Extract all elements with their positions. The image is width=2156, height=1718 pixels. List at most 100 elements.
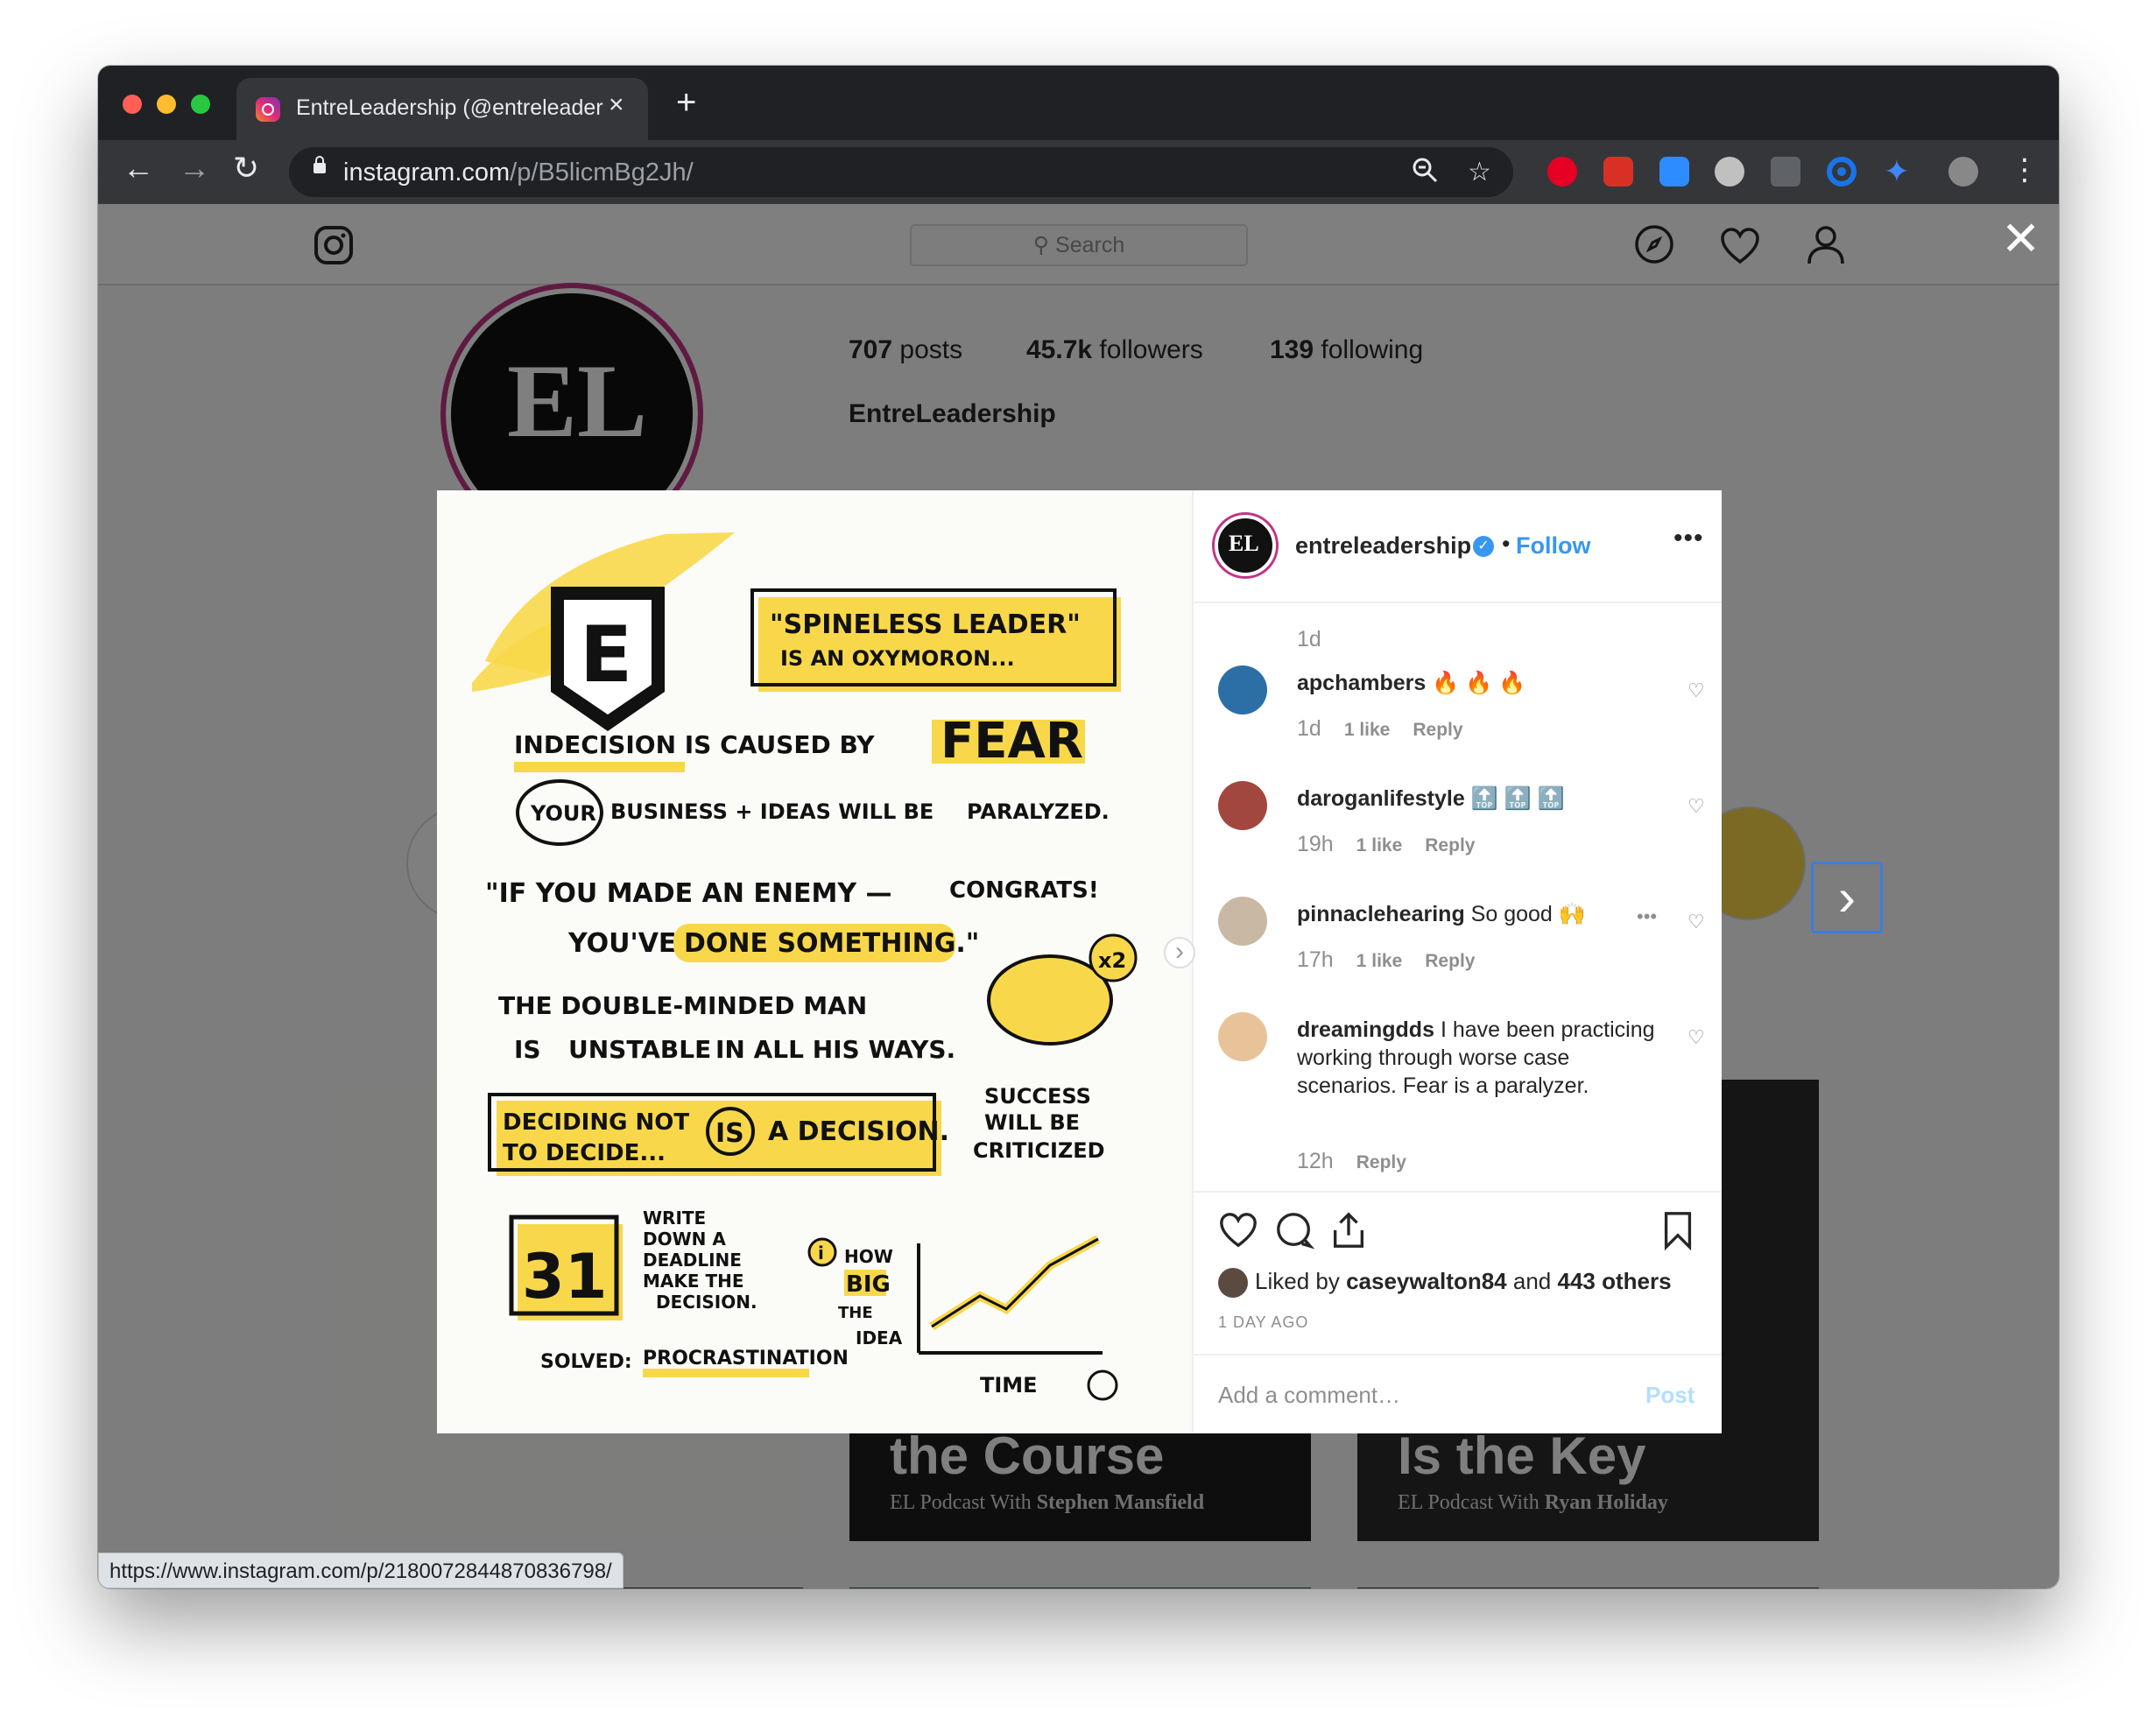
sketch-text: WILL BE (984, 1110, 1080, 1135)
new-tab-button[interactable]: + (676, 85, 696, 120)
commenter-avatar[interactable] (1218, 665, 1267, 715)
sketch-text: DECIDING NOT (503, 1109, 689, 1136)
post-comment-button[interactable]: Post (1645, 1382, 1695, 1409)
browser-toolbar: ← → ↻ instagram.com/p/B5licmBg2Jh/ ☆ ✦ ⋮ (98, 140, 2059, 204)
sketch-text: A DECISION. (768, 1116, 949, 1147)
sketch-text: DOWN A (643, 1229, 726, 1250)
liked-by-summary[interactable]: Liked by caseywalton84 and 443 others (1218, 1268, 1672, 1299)
circle-extension-icon[interactable] (1827, 157, 1857, 187)
status-bar-url: https://www.instagram.com/p/218007284487… (98, 1553, 624, 1588)
sketch-text: i (818, 1243, 824, 1264)
page-content: ⚲ Search EL 707 posts 45.7k followers 13… (98, 204, 2059, 1588)
sketch-text: IS (514, 1035, 541, 1064)
tab-close-icon[interactable]: × (609, 90, 624, 120)
comment-like-heart-icon[interactable]: ♡ (1687, 911, 1705, 933)
reply-button[interactable]: Reply (1425, 951, 1475, 971)
sketch-text: CONGRATS! (949, 877, 1099, 904)
browser-window: EntreLeadership (@entreleader × + ← → ↻ … (98, 66, 2059, 1588)
zoom-icon[interactable] (1412, 157, 1438, 190)
sketch-text: YOUR (530, 801, 596, 826)
sketch-text: IS (715, 1118, 744, 1149)
sketch-text: SUCCESS (984, 1084, 1091, 1109)
add-comment-input[interactable]: Add a comment… (1218, 1382, 1400, 1409)
comment-text: dreamingdds I have been practicing worki… (1297, 1017, 1655, 1098)
author-username[interactable]: entreleadership (1295, 532, 1471, 560)
comment-meta: 12h Reply (1297, 1149, 1406, 1173)
reply-button[interactable]: Reply (1413, 720, 1462, 740)
next-image-chevron-icon[interactable]: › (1164, 937, 1195, 968)
back-icon[interactable]: ← (123, 151, 154, 186)
post-sidebar: EL entreleadership ✓ • Follow ••• 1d apc… (1194, 490, 1722, 1433)
sketch-text: IDEA (856, 1327, 903, 1348)
profile-avatar[interactable] (1948, 157, 1978, 187)
block-extension-icon[interactable] (1603, 157, 1633, 187)
address-bar[interactable]: instagram.com/p/B5licmBg2Jh/ ☆ (289, 147, 1513, 197)
sketch-text: PROCRASTINATION (643, 1348, 849, 1369)
commenter-username[interactable]: pinnaclehearing (1297, 902, 1465, 926)
pinterest-extension-icon[interactable] (1547, 157, 1577, 187)
tab-title: EntreLeadership (@entreleader (296, 95, 603, 120)
comment-meta: 19h 1 like Reply (1297, 832, 1476, 856)
comment-bubble-icon[interactable] (1274, 1210, 1315, 1255)
follow-button[interactable]: Follow (1516, 532, 1590, 560)
sketch-text: THE (838, 1304, 873, 1322)
fio-extension-icon[interactable] (1771, 157, 1800, 187)
sketch-text: DEADLINE (643, 1250, 742, 1271)
comment-more-icon[interactable]: ••• (1637, 905, 1657, 928)
record-extension-icon[interactable] (1715, 157, 1744, 187)
sketch-logo-letter: E (580, 609, 632, 700)
sketch-text: INDECISION IS CAUSED BY (514, 730, 875, 759)
comment-likes[interactable]: 1 like (1344, 720, 1391, 740)
comment-text: apchambers 🔥 🔥 🔥 (1297, 671, 1526, 695)
save-bookmark-icon[interactable] (1658, 1210, 1698, 1255)
commenter-avatar[interactable] (1218, 781, 1267, 830)
sketch-text: THE DOUBLE-MINDED MAN (498, 991, 867, 1020)
reply-button[interactable]: Reply (1356, 1152, 1406, 1172)
tab-instagram[interactable]: EntreLeadership (@entreleader × (236, 78, 648, 140)
commenter-username[interactable]: daroganlifestyle (1297, 786, 1465, 811)
sketch-text: TIME (980, 1373, 1038, 1398)
reply-button[interactable]: Reply (1425, 835, 1475, 855)
author-avatar[interactable]: EL (1215, 515, 1276, 576)
close-modal-icon[interactable]: ✕ (2001, 211, 2040, 266)
sparkle-extension-icon[interactable]: ✦ (1882, 156, 1912, 187)
zoom-extension-icon[interactable] (1659, 157, 1689, 187)
liker-avatar (1218, 1268, 1248, 1299)
comment-text: pinnaclehearing So good 🙌 (1297, 902, 1586, 926)
lock-icon (314, 156, 326, 173)
close-window-button[interactable] (123, 95, 142, 114)
post-image: E "SPINELESS LEADER" IS AN OXYMORON... I… (437, 490, 1195, 1433)
sketch-text: CRITICIZED (973, 1138, 1105, 1163)
sketch-text: HOW (844, 1246, 893, 1267)
sketch-text: IS AN OXYMORON... (780, 646, 1015, 671)
bookmark-star-icon[interactable]: ☆ (1468, 157, 1491, 187)
comment-likes[interactable]: 1 like (1356, 835, 1403, 855)
sketch-text: DONE SOMETHING." (684, 928, 979, 959)
browser-menu-icon[interactable]: ⋮ (2010, 152, 2040, 187)
maximize-window-button[interactable] (191, 95, 210, 114)
separator-dot: • (1502, 531, 1511, 557)
comment-meta: 17h 1 like Reply (1297, 947, 1476, 972)
commenter-avatar[interactable] (1218, 1012, 1267, 1061)
commenter-username[interactable]: dreamingdds (1297, 1017, 1434, 1042)
next-post-chevron-icon[interactable]: › (1811, 862, 1883, 933)
share-upload-icon[interactable] (1328, 1210, 1369, 1255)
comment-like-heart-icon[interactable]: ♡ (1687, 1026, 1705, 1049)
sketch-text: YOU'VE (567, 928, 676, 959)
comment-likes[interactable]: 1 like (1356, 951, 1403, 971)
comment-like-heart-icon[interactable]: ♡ (1687, 795, 1705, 818)
commenter-avatar[interactable] (1218, 897, 1267, 946)
comment-like-heart-icon[interactable]: ♡ (1687, 679, 1705, 702)
add-comment-divider (1194, 1354, 1722, 1355)
tab-bar: EntreLeadership (@entreleader × + (98, 66, 2059, 140)
forward-icon[interactable]: → (179, 151, 210, 186)
more-options-icon[interactable]: ••• (1673, 524, 1704, 553)
url-text: instagram.com/p/B5licmBg2Jh/ (343, 158, 694, 187)
minimize-window-button[interactable] (157, 95, 176, 114)
sketch-text: 31 (522, 1241, 607, 1313)
comment-text: daroganlifestyle 🔝 🔝 🔝 (1297, 786, 1565, 811)
commenter-username[interactable]: apchambers (1297, 671, 1426, 695)
reload-icon[interactable]: ↻ (233, 151, 259, 186)
sketch-text: DECISION. (656, 1292, 757, 1313)
like-heart-icon[interactable] (1218, 1210, 1258, 1255)
